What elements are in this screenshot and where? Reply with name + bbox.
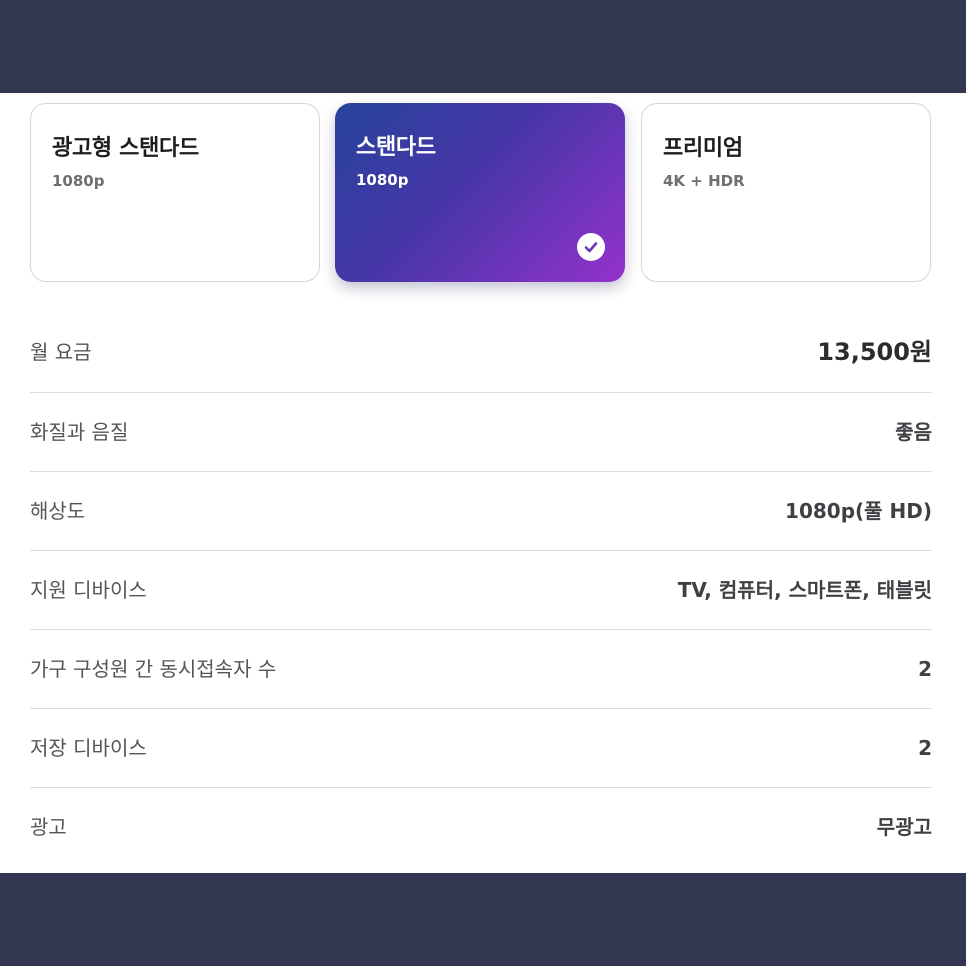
- detail-row-simultaneous-streams: 가구 구성원 간 동시접속자 수 2: [30, 630, 932, 709]
- plan-name: 프리미엄: [663, 136, 743, 161]
- detail-row-monthly-price: 월 요금 13,500원: [30, 314, 932, 393]
- detail-row-video-audio-quality: 화질과 음질 좋음: [30, 393, 932, 472]
- detail-label: 화질과 음질: [30, 420, 129, 444]
- detail-label: 광고: [30, 815, 67, 839]
- detail-label: 가구 구성원 간 동시접속자 수: [30, 657, 277, 681]
- plan-card-standard[interactable]: 스탠다드 1080p: [335, 103, 625, 282]
- detail-value: 1080p(풀 HD): [785, 499, 932, 523]
- checkmark-circle-icon: [577, 233, 605, 261]
- detail-row-ads: 광고 무광고: [30, 788, 932, 866]
- detail-value: TV, 컴퓨터, 스마트폰, 태블릿: [677, 578, 932, 602]
- detail-value: 무광고: [876, 815, 932, 839]
- detail-row-supported-devices: 지원 디바이스 TV, 컴퓨터, 스마트폰, 태블릿: [30, 551, 932, 630]
- detail-label: 지원 디바이스: [30, 578, 147, 602]
- plan-details-table: 월 요금 13,500원 화질과 음질 좋음 해상도 1080p(풀 HD) 지…: [30, 314, 932, 866]
- detail-label: 해상도: [30, 499, 86, 523]
- detail-value: 2: [918, 736, 932, 760]
- plan-card-standard-with-ads[interactable]: 광고형 스탠다드 1080p: [30, 103, 320, 282]
- plan-quality: 4K + HDR: [663, 172, 745, 190]
- plan-quality: 1080p: [356, 171, 409, 189]
- detail-label: 월 요금: [30, 340, 92, 364]
- plan-card-premium[interactable]: 프리미엄 4K + HDR: [641, 103, 931, 282]
- plan-name: 스탠다드: [356, 135, 436, 160]
- plan-name: 광고형 스탠다드: [52, 136, 199, 161]
- detail-value: 좋음: [895, 420, 932, 444]
- detail-value: 13,500원: [817, 338, 932, 366]
- plan-selection-panel: 광고형 스탠다드 1080p 스탠다드 1080p 프리미엄 4K + HDR …: [0, 93, 966, 873]
- detail-value: 2: [918, 657, 932, 681]
- detail-row-resolution: 해상도 1080p(풀 HD): [30, 472, 932, 551]
- detail-label: 저장 디바이스: [30, 736, 147, 760]
- detail-row-download-devices: 저장 디바이스 2: [30, 709, 932, 788]
- plan-cards: 광고형 스탠다드 1080p 스탠다드 1080p 프리미엄 4K + HDR: [30, 103, 933, 283]
- plan-quality: 1080p: [52, 172, 105, 190]
